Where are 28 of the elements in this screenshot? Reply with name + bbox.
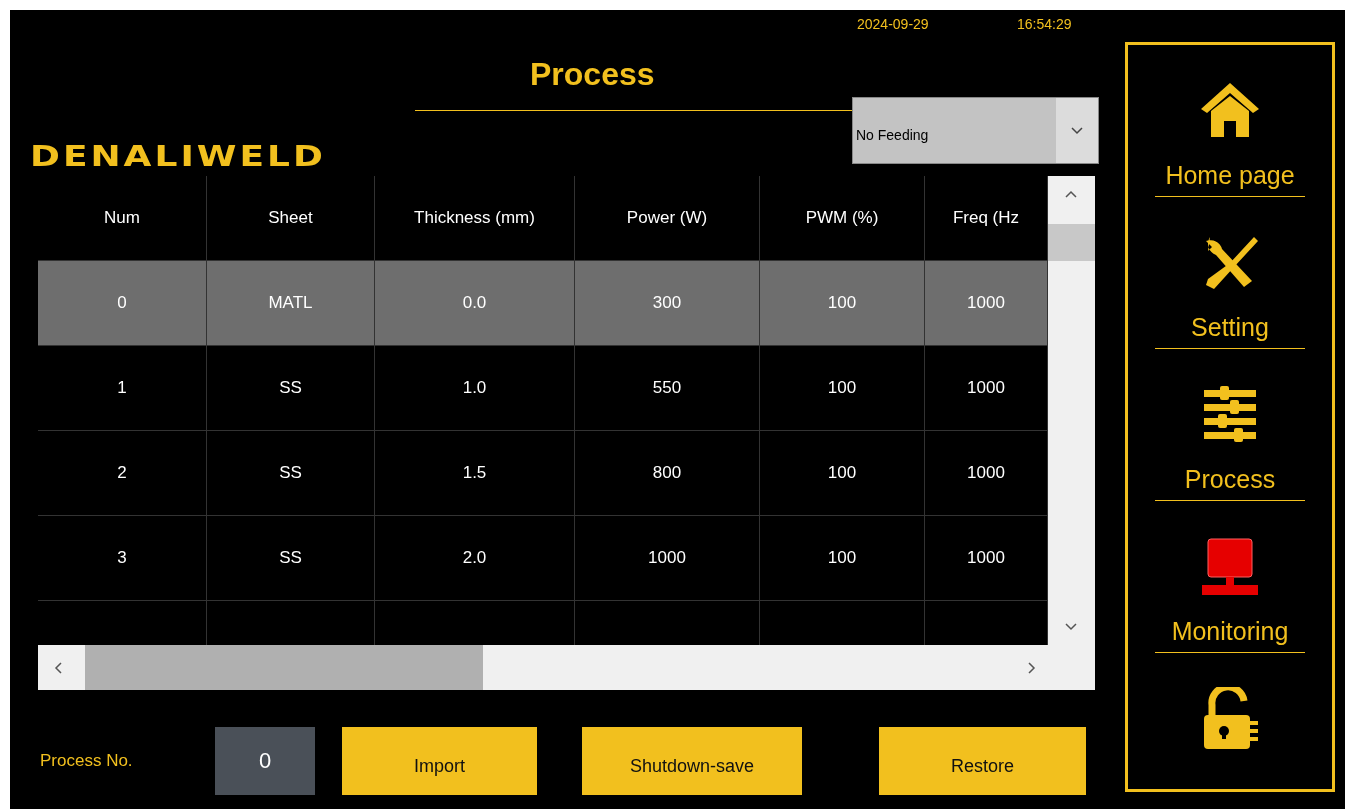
action-button[interactable]: Shutdown-save: [582, 727, 802, 795]
monitor-icon: [1200, 537, 1260, 597]
horizontal-scrollbar[interactable]: [38, 645, 1095, 690]
date-text: 2024-09-29: [857, 16, 929, 32]
chevron-up-icon[interactable]: [1065, 190, 1077, 198]
table-row[interactable]: 0 MATL 0.0 300 100 1000: [38, 261, 1048, 346]
chevron-down-icon[interactable]: [1065, 623, 1077, 631]
chevron-left-icon[interactable]: [54, 662, 62, 674]
chevron-right-icon[interactable]: [1028, 662, 1036, 674]
page-title: Process: [530, 56, 655, 93]
action-button[interactable]: Restore: [879, 727, 1086, 795]
table-row[interactable]: 3 SS 2.0 1000 100 1000: [38, 516, 1048, 601]
nav-item[interactable]: Home page: [1155, 45, 1305, 197]
vertical-scrollbar[interactable]: [1048, 176, 1095, 645]
process-number-label: Process No.: [40, 751, 134, 771]
feed-mode-dropdown[interactable]: No Feeding: [852, 97, 1099, 164]
scrollbar-thumb[interactable]: [1048, 224, 1095, 261]
process-number-field[interactable]: 0: [215, 727, 315, 795]
table-row[interactable]: 2 SS 1.5 800 100 1000: [38, 431, 1048, 516]
scrollbar-thumb[interactable]: [85, 645, 483, 690]
nav-item[interactable]: Monitoring: [1155, 501, 1305, 653]
chevron-down-icon: [1071, 126, 1083, 135]
nav-item[interactable]: Process: [1155, 349, 1305, 501]
action-button[interactable]: Import: [342, 727, 537, 795]
brand-logo: DENALIWELD: [30, 139, 326, 172]
table-row[interactable]: 1 SS 1.0 550 100 1000: [38, 346, 1048, 431]
time-text: 16:54:29: [1017, 16, 1072, 32]
nav-item[interactable]: Setting: [1155, 197, 1305, 349]
